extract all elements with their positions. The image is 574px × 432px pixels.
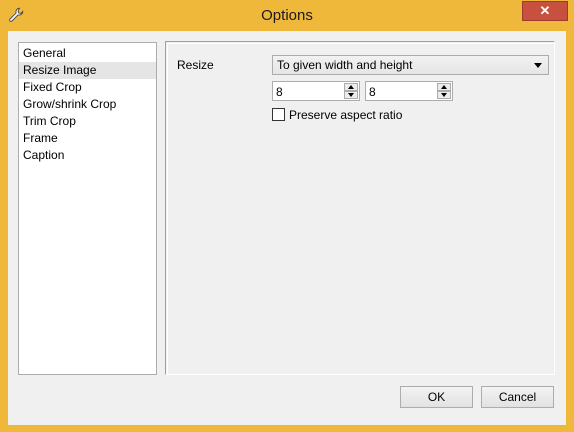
window-title: Options: [261, 7, 313, 24]
width-stepper[interactable]: 8: [272, 81, 360, 101]
resize-mode-value: To given width and height: [277, 58, 413, 72]
width-increment-icon[interactable]: [344, 83, 358, 91]
sidebar-item-grow-shrink-crop[interactable]: Grow/shrink Crop: [19, 96, 156, 113]
width-decrement-icon[interactable]: [344, 91, 358, 99]
height-stepper[interactable]: 8: [365, 81, 453, 101]
title-bar[interactable]: Options ✕: [0, 0, 574, 31]
width-stepper-buttons: [344, 83, 358, 99]
sidebar-item-trim-crop[interactable]: Trim Crop: [19, 113, 156, 130]
height-increment-icon[interactable]: [437, 83, 451, 91]
settings-panel: Resize To given width and height 8 8 Pre…: [165, 41, 555, 375]
sidebar-item-frame[interactable]: Frame: [19, 130, 156, 147]
category-list[interactable]: General Resize Image Fixed Crop Grow/shrink…: [18, 42, 157, 375]
resize-label: Resize: [177, 58, 214, 72]
height-decrement-icon[interactable]: [437, 91, 451, 99]
sidebar-item-resize-image[interactable]: Resize Image: [19, 62, 156, 79]
close-icon: ✕: [539, 3, 551, 18]
sidebar-item-caption[interactable]: Caption: [19, 147, 156, 164]
preserve-aspect-label[interactable]: Preserve aspect ratio: [289, 108, 402, 122]
dialog-client-area: General Resize Image Fixed Crop Grow/shrink…: [8, 31, 566, 425]
ok-button[interactable]: OK: [400, 386, 473, 408]
sidebar-item-fixed-crop[interactable]: Fixed Crop: [19, 79, 156, 96]
category-list-items: General Resize Image Fixed Crop Grow/shrink…: [19, 45, 156, 164]
cancel-button[interactable]: Cancel: [481, 386, 554, 408]
chevron-down-icon: [534, 63, 542, 68]
resize-mode-dropdown[interactable]: To given width and height: [272, 55, 549, 75]
close-button[interactable]: ✕: [522, 1, 568, 21]
height-value: 8: [369, 85, 376, 99]
preserve-aspect-checkbox[interactable]: [272, 108, 285, 121]
width-value: 8: [276, 85, 283, 99]
settings-panel-inner: Resize To given width and height 8 8 Pre…: [167, 43, 554, 374]
sidebar-item-general[interactable]: General: [19, 45, 156, 62]
height-stepper-buttons: [437, 83, 451, 99]
options-window: Options ✕ General Resize Image Fixed Crop G…: [0, 0, 574, 432]
